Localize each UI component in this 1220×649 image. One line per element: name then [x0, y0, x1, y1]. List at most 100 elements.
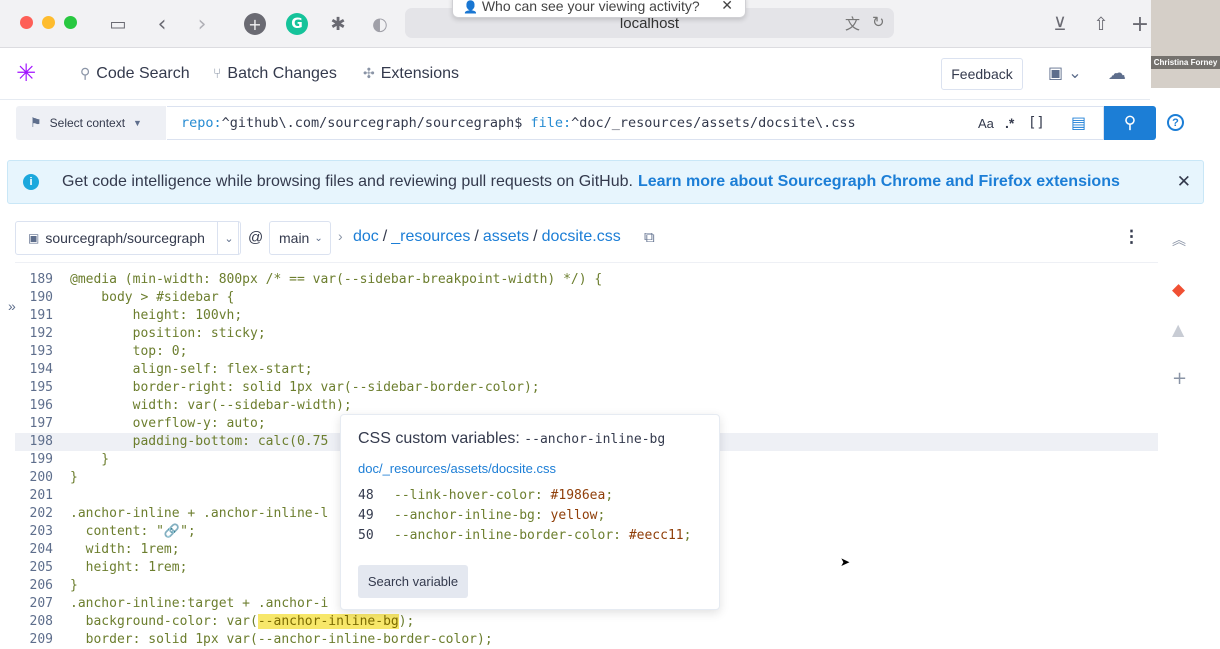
person-icon: 👤: [463, 0, 478, 14]
line-number[interactable]: 208: [15, 613, 53, 631]
sourcegraph-logo-icon[interactable]: ✳: [16, 60, 36, 86]
grammarly-icon[interactable]: G: [286, 13, 308, 35]
breadcrumb-file[interactable]: docsite.css: [542, 228, 621, 246]
right-toolbar: ︽ ◆ ▲ +: [1158, 210, 1204, 647]
popover-file-link[interactable]: doc/_resources/assets/docsite.css: [358, 461, 556, 476]
nav-extensions[interactable]: ✣ Extensions: [363, 65, 459, 83]
line-number[interactable]: 192: [15, 325, 53, 343]
nav-batch-changes[interactable]: ⑂ Batch Changes: [213, 65, 337, 83]
line-number[interactable]: 199: [15, 451, 53, 469]
line-number[interactable]: 195: [15, 379, 53, 397]
more-actions-icon[interactable]: ⋮: [1123, 227, 1140, 247]
back-icon[interactable]: ‹: [150, 12, 174, 37]
highlighted-token[interactable]: --anchor-inline-bg: [257, 614, 399, 629]
copy-path-icon[interactable]: ⧉: [644, 228, 655, 246]
popover-line-number: 48: [358, 488, 374, 503]
shield-icon[interactable]: ◐: [368, 12, 392, 36]
help-icon[interactable]: ?: [1167, 114, 1184, 131]
line-number[interactable]: 203: [15, 523, 53, 541]
line-number[interactable]: 198: [15, 433, 53, 451]
query-repo-filter: repo:: [181, 115, 222, 131]
structural-search-toggle[interactable]: []: [1028, 115, 1045, 131]
code-text: width: 1rem;: [70, 542, 180, 557]
codecov-icon[interactable]: ▲: [1172, 320, 1184, 339]
line-number[interactable]: 204: [15, 541, 53, 559]
code-line: 190 body > #sidebar {: [15, 289, 1158, 307]
tooltip-text: Who can see your viewing activity?: [481, 0, 700, 14]
download-icon[interactable]: ⊻: [1048, 12, 1072, 36]
clipboard-icon[interactable]: ▤: [1071, 113, 1086, 132]
code-line: 208 background-color: var(--anchor-inlin…: [15, 613, 1158, 631]
line-number[interactable]: 191: [15, 307, 53, 325]
popover-definition-line[interactable]: 48 --link-hover-color: #1986ea;: [358, 488, 613, 503]
maximize-window-button[interactable]: [64, 16, 77, 29]
minimize-window-button[interactable]: [42, 16, 55, 29]
chevron-down-icon: ▼: [133, 118, 142, 128]
search-button[interactable]: ⚲: [1104, 106, 1156, 140]
new-tab-icon[interactable]: +: [1128, 12, 1152, 37]
code-line: 193 top: 0;: [15, 343, 1158, 361]
collapse-up-icon[interactable]: ︽: [1172, 230, 1186, 250]
banner-close-icon[interactable]: ✕: [1177, 172, 1191, 192]
line-number[interactable]: 193: [15, 343, 53, 361]
add-icon[interactable]: +: [1172, 368, 1187, 389]
tooltip-close-icon[interactable]: ✕: [721, 0, 733, 14]
line-number[interactable]: 194: [15, 361, 53, 379]
share-icon[interactable]: ⇧: [1089, 12, 1113, 36]
sidebar-icon[interactable]: ▭: [106, 12, 130, 36]
line-number[interactable]: 205: [15, 559, 53, 577]
line-number[interactable]: 196: [15, 397, 53, 415]
search-icon: ⚲: [1123, 113, 1137, 133]
line-number[interactable]: 201: [15, 487, 53, 505]
breadcrumb-separator: /: [382, 228, 388, 245]
repo-dropdown-chevron-icon[interactable]: ⌄: [217, 221, 241, 255]
line-number[interactable]: 197: [15, 415, 53, 433]
line-number[interactable]: 200: [15, 469, 53, 487]
line-number[interactable]: 206: [15, 577, 53, 595]
code-text: background-color: var(--anchor-inline-bg…: [70, 614, 415, 629]
search-input[interactable]: repo:^github\.com/sourcegraph/sourcegrap…: [167, 106, 1104, 140]
terminal-icon[interactable]: ▣ ⌄: [1048, 63, 1082, 82]
code-text: body > #sidebar {: [70, 290, 235, 305]
puzzle-icon[interactable]: ✱: [326, 12, 350, 36]
reload-icon[interactable]: ↻: [872, 13, 885, 31]
line-number[interactable]: 207: [15, 595, 53, 613]
line-number[interactable]: 202: [15, 505, 53, 523]
breadcrumb-assets[interactable]: assets: [483, 228, 529, 246]
puzzle-icon: ✣: [363, 66, 375, 82]
case-sensitivity-toggle[interactable]: Aa: [978, 116, 994, 131]
code-line: 192 position: sticky;: [15, 325, 1158, 343]
line-number[interactable]: 209: [15, 631, 53, 649]
banner-link[interactable]: Learn more about Sourcegraph Chrome and …: [638, 173, 1120, 191]
translate-icon[interactable]: 文: [845, 13, 860, 34]
breadcrumb-resources[interactable]: _resources: [391, 228, 470, 246]
context-selector[interactable]: ⚑ Select context ▼: [16, 106, 166, 140]
nav-code-search-label: Code Search: [96, 65, 190, 82]
line-number[interactable]: 190: [15, 289, 53, 307]
cloud-icon[interactable]: ☁: [1108, 63, 1126, 84]
feedback-button[interactable]: Feedback: [941, 58, 1023, 90]
browser-toolbar: ▭ ‹ › + G ✱ ◐ localhost 文 ↻ 👤 Who can se…: [0, 0, 1220, 48]
nav-code-search[interactable]: ⚲ Code Search: [80, 65, 190, 83]
chevron-right-icon: ›: [338, 228, 343, 244]
repo-selector[interactable]: ▣ sourcegraph/sourcegraph: [15, 221, 239, 255]
git-icon[interactable]: ◆: [1172, 280, 1185, 300]
search-variable-button[interactable]: Search variable: [358, 565, 468, 598]
code-text: }: [70, 470, 78, 485]
popover-definition-line[interactable]: 50 --anchor-inline-border-color: #eecc11;: [358, 528, 691, 543]
popover-line-number: 50: [358, 528, 374, 543]
line-number[interactable]: 189: [15, 271, 53, 289]
app-navbar: ✳ ⚲ Code Search ⑂ Batch Changes ✣ Extens…: [0, 48, 1150, 100]
breadcrumb-separator: /: [533, 228, 538, 245]
breadcrumb-doc[interactable]: doc: [353, 228, 379, 246]
privacy-tooltip: 👤 Who can see your viewing activity? ✕: [452, 0, 746, 18]
forward-icon[interactable]: ›: [190, 12, 214, 37]
regex-toggle[interactable]: .*: [1005, 115, 1014, 131]
popover-definition-line[interactable]: 49 --anchor-inline-bg: yellow;: [358, 508, 605, 523]
close-window-button[interactable]: [20, 16, 33, 29]
add-extension-icon[interactable]: +: [244, 13, 266, 35]
code-text: height: 100vh;: [70, 308, 243, 323]
popover-title: CSS custom variables: --anchor-inline-bg: [358, 430, 665, 448]
branch-selector[interactable]: main ⌄: [269, 221, 331, 255]
mouse-cursor-icon: ➤: [840, 555, 851, 569]
